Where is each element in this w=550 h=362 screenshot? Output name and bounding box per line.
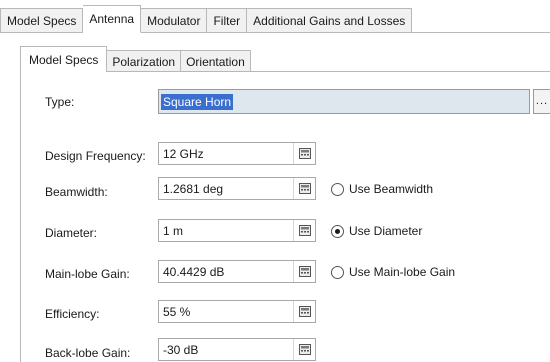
type-label: Type: (45, 95, 75, 109)
use-main-lobe-gain-label: Use Main-lobe Gain (349, 265, 456, 279)
tab-modulator[interactable]: Modulator (141, 8, 208, 32)
use-beamwidth-label: Use Beamwidth (349, 182, 434, 196)
tab-additional-gains-and-losses[interactable]: Additional Gains and Losses (247, 8, 413, 32)
efficiency-field[interactable]: 55 % (158, 300, 316, 323)
calculator-icon[interactable] (293, 261, 315, 282)
radio-circle-icon (331, 265, 344, 279)
type-browse-button[interactable]: ... (533, 89, 550, 114)
main-lobe-gain-field[interactable]: 40.4429 dB (158, 260, 316, 283)
use-diameter-label: Use Diameter (349, 224, 423, 238)
back-lobe-gain-label: Back-lobe Gain: (45, 346, 131, 360)
tab-model-specs[interactable]: Model Specs (0, 8, 84, 32)
tab-antenna[interactable]: Antenna (83, 5, 142, 33)
calculator-icon[interactable] (293, 178, 315, 199)
main-lobe-gain-value: 40.4429 dB (163, 264, 225, 279)
main-lobe-gain-label: Main-lobe Gain: (45, 267, 130, 281)
subtab-model-specs[interactable]: Model Specs (20, 46, 108, 72)
subtab-orientation[interactable]: Orientation (181, 50, 251, 72)
design-frequency-value: 12 GHz (163, 146, 204, 161)
use-main-lobe-gain-radio[interactable]: Use Main-lobe Gain (331, 265, 455, 279)
beamwidth-label: Beamwidth: (45, 185, 108, 199)
design-frequency-field[interactable]: 12 GHz (158, 142, 316, 165)
beamwidth-field[interactable]: 1.2681 deg (158, 177, 316, 200)
back-lobe-gain-field[interactable]: -30 dB (158, 338, 316, 361)
calculator-icon[interactable] (293, 143, 315, 164)
diameter-value: 1 m (163, 223, 184, 238)
type-value: Square Horn (161, 93, 234, 110)
back-lobe-gain-value: -30 dB (163, 342, 199, 357)
sub-tab-bar: Model Specs Polarization Orientation (20, 46, 251, 72)
efficiency-label: Efficiency: (45, 307, 100, 321)
tab-filter[interactable]: Filter (207, 8, 248, 32)
top-tab-bar: Model Specs Antenna Modulator Filter Add… (0, 5, 413, 33)
calculator-icon[interactable] (293, 220, 315, 241)
diameter-label: Diameter: (45, 226, 98, 240)
beamwidth-value: 1.2681 deg (163, 181, 224, 196)
calculator-icon[interactable] (293, 339, 315, 360)
use-beamwidth-radio[interactable]: Use Beamwidth (331, 182, 433, 196)
diameter-field[interactable]: 1 m (158, 219, 316, 242)
use-diameter-radio[interactable]: Use Diameter (331, 224, 422, 238)
subtab-polarization[interactable]: Polarization (107, 50, 182, 72)
radio-selected-icon (331, 224, 344, 238)
type-field[interactable]: Square Horn (158, 89, 530, 114)
design-frequency-label: Design Frequency: (45, 149, 146, 163)
calculator-icon[interactable] (293, 301, 315, 322)
radio-circle-icon (331, 182, 344, 196)
efficiency-value: 55 % (163, 304, 191, 319)
